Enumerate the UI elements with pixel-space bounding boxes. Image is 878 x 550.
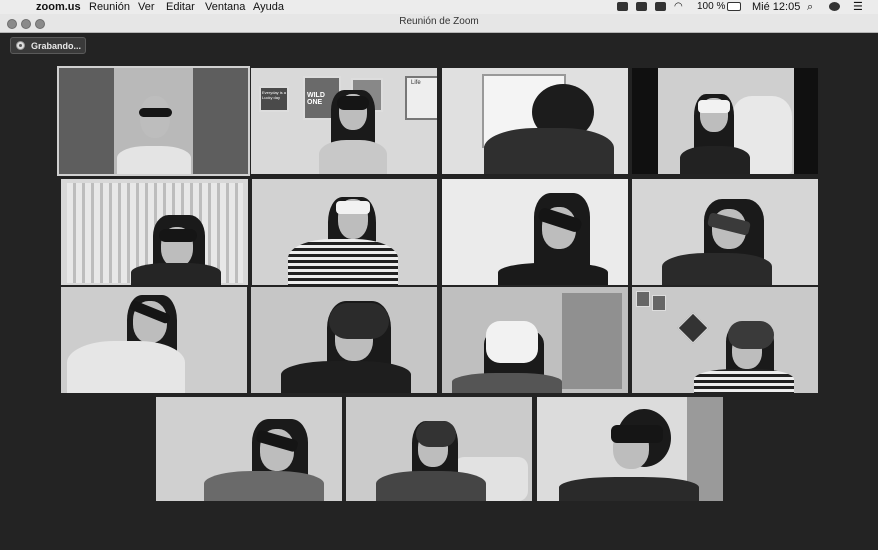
participant-face [140, 96, 170, 138]
recording-icon [16, 41, 25, 50]
participant-video-5[interactable] [61, 179, 248, 285]
participant-video-3[interactable] [442, 68, 628, 174]
zoom-window: Reunión de Zoom Grabando... Everyday is … [0, 14, 878, 550]
participant-video-1[interactable] [57, 66, 250, 176]
wifi-icon[interactable]: ◠ [674, 0, 683, 14]
beanie-icon [728, 321, 774, 349]
menu-ver[interactable]: Ver [138, 0, 155, 14]
participant-video-8[interactable] [632, 179, 818, 285]
battery-percent: 100 % [697, 1, 726, 12]
sleep-mask-icon [611, 425, 663, 443]
camera-icon[interactable] [617, 2, 628, 11]
menu-app-name[interactable]: zoom.us [36, 0, 81, 14]
beanie-icon [329, 303, 389, 339]
participant-video-15[interactable] [537, 397, 723, 501]
striped-shirt [288, 239, 398, 285]
menu-editar[interactable]: Editar [166, 0, 195, 14]
white-blindfold-icon [336, 201, 370, 214]
wall-decor [677, 312, 709, 344]
airplay-icon[interactable] [636, 2, 647, 11]
participant-video-2[interactable]: Everyday is a Lucky day WILD ONE Life [251, 68, 437, 174]
sunglasses-icon [139, 108, 172, 117]
battery-icon[interactable] [727, 2, 741, 11]
recording-label: Grabando... [31, 41, 82, 51]
recording-indicator[interactable]: Grabando... [10, 37, 86, 54]
participant-video-4[interactable] [632, 68, 818, 174]
sleep-mask-icon [337, 96, 369, 110]
striped-shirt [694, 369, 794, 393]
beanie-icon [416, 421, 456, 447]
menu-bar: zoom.us Reunión Ver Editar Ventana Ayuda… [0, 0, 878, 14]
screen-icon[interactable] [655, 2, 666, 11]
participant-video-13[interactable] [156, 397, 342, 501]
participant-video-7[interactable] [442, 179, 628, 285]
search-icon[interactable]: ⌕ [807, 0, 813, 14]
clock[interactable]: Mié 12:05 [752, 0, 800, 14]
window-title: Reunión de Zoom [399, 16, 479, 27]
siri-icon[interactable] [829, 2, 840, 11]
participant-video-6[interactable] [252, 179, 437, 285]
participant-video-14[interactable] [346, 397, 532, 501]
participant-video-10[interactable] [251, 287, 437, 393]
participant-video-12[interactable] [632, 287, 818, 393]
menu-ventana[interactable]: Ventana [205, 0, 245, 14]
participant-video-11[interactable] [442, 287, 628, 393]
menu-ayuda[interactable]: Ayuda [253, 0, 284, 14]
poster-lucky: Everyday is a Lucky day [259, 86, 289, 112]
white-cloth-icon [486, 321, 538, 363]
poster-life: Life [405, 76, 437, 120]
participant-video-9[interactable] [61, 287, 247, 393]
wall-frame [652, 295, 666, 311]
white-blindfold-icon [698, 100, 730, 113]
wall-frame [636, 291, 650, 307]
sleep-mask-icon [159, 229, 197, 242]
control-center-icon[interactable]: ☰ [853, 0, 863, 14]
title-bar: Reunión de Zoom [0, 14, 878, 33]
menu-reunion[interactable]: Reunión [89, 0, 130, 14]
